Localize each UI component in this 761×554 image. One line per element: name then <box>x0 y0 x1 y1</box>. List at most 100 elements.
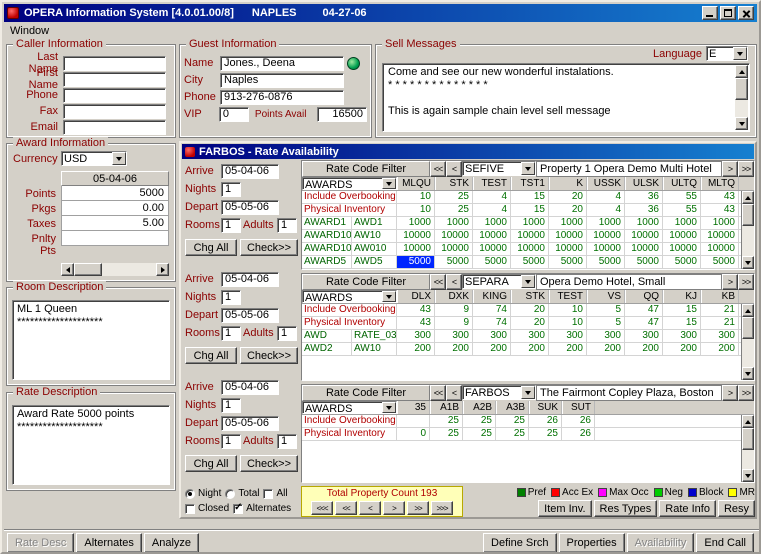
sell-messages-scrollbar[interactable] <box>735 65 748 130</box>
pkgs-value[interactable]: 0.00 <box>61 201 169 216</box>
availability-cell[interactable]: 20 <box>511 304 549 316</box>
guest-phone-field[interactable] <box>220 90 344 105</box>
points-value[interactable]: 5000 <box>61 186 169 201</box>
nav-last-button[interactable]: >>> <box>431 501 453 515</box>
availability-cell[interactable]: 200 <box>701 343 739 355</box>
scroll-up-button[interactable] <box>742 415 754 428</box>
check-button[interactable]: Check>> <box>240 347 298 364</box>
chevron-down-icon[interactable] <box>521 275 535 288</box>
availability-cell[interactable]: 0 <box>397 428 430 440</box>
availability-cell[interactable]: 200 <box>473 343 511 355</box>
availability-cell[interactable]: 5 <box>587 317 625 329</box>
nights-input[interactable] <box>221 290 241 305</box>
availability-cell[interactable] <box>397 415 430 427</box>
chevron-down-icon[interactable] <box>382 402 396 413</box>
availability-cell[interactable]: 43 <box>701 191 739 203</box>
availability-cell[interactable]: 9 <box>435 304 473 316</box>
availability-cell[interactable]: 10000 <box>549 230 587 242</box>
availability-cell[interactable]: 15 <box>511 204 549 216</box>
availability-cell[interactable]: 36 <box>625 191 663 203</box>
check-button[interactable]: Check>> <box>240 239 298 256</box>
availability-cell[interactable]: 1000 <box>663 217 701 229</box>
define-srch-button[interactable]: Define Srch <box>483 533 556 553</box>
chevron-down-icon[interactable] <box>382 291 396 302</box>
availability-cell[interactable]: 300 <box>549 330 587 342</box>
availability-cell[interactable]: 300 <box>625 330 663 342</box>
property-select[interactable]: FARBOS <box>462 385 536 400</box>
availability-cell[interactable]: 10000 <box>397 230 435 242</box>
nav-first-button[interactable]: <<< <box>311 501 333 515</box>
availability-cell[interactable]: 200 <box>663 343 701 355</box>
grid-vertical-scrollbar[interactable] <box>741 304 754 380</box>
depart-date-input[interactable] <box>221 200 279 215</box>
rate-desc-button[interactable]: Rate Desc <box>7 533 74 553</box>
minimize-button[interactable] <box>702 6 718 20</box>
availability-cell[interactable]: 43 <box>397 317 435 329</box>
availability-cell[interactable]: 36 <box>625 204 663 216</box>
availability-cell[interactable]: 10 <box>549 317 587 329</box>
night-radio[interactable] <box>185 489 195 499</box>
availability-cell[interactable]: 25 <box>529 428 562 440</box>
last-name-input[interactable] <box>63 56 166 71</box>
availability-cell[interactable]: 200 <box>435 343 473 355</box>
grid-scroll-left-button[interactable]: < <box>446 274 462 290</box>
availability-cell[interactable]: 5 <box>587 304 625 316</box>
scrollbar-thumb[interactable] <box>742 204 754 226</box>
availability-cell[interactable]: 25 <box>496 415 529 427</box>
nav-fast-next-button[interactable]: >> <box>407 501 429 515</box>
grid-scroll-left-fast-button[interactable]: << <box>430 385 446 401</box>
chevron-down-icon[interactable] <box>112 152 126 165</box>
property-select[interactable]: SEPARA <box>462 274 536 289</box>
scroll-down-button[interactable] <box>742 367 754 380</box>
chevron-down-icon[interactable] <box>521 162 535 175</box>
availability-cell[interactable]: 10000 <box>435 243 473 255</box>
availability-cell[interactable]: 10 <box>549 304 587 316</box>
availability-cell[interactable]: 25 <box>435 191 473 203</box>
availability-cell[interactable]: 15 <box>511 191 549 203</box>
scrollbar-thumb[interactable] <box>74 263 102 276</box>
chg-all-button[interactable]: Chg All <box>185 455 237 472</box>
availability-cell[interactable]: 10000 <box>435 230 473 242</box>
availability-cell[interactable]: 21 <box>701 304 739 316</box>
phone-input[interactable] <box>63 88 166 103</box>
availability-cell[interactable]: 5000 <box>397 256 435 268</box>
availability-cell[interactable]: 300 <box>587 330 625 342</box>
availability-cell[interactable]: 21 <box>701 317 739 329</box>
availability-cell[interactable]: 200 <box>397 343 435 355</box>
availability-cell[interactable]: 1000 <box>701 217 739 229</box>
grid-scroll-left-fast-button[interactable]: << <box>430 274 446 290</box>
grid-scroll-right-fast-button[interactable]: >> <box>738 385 754 401</box>
item-inv-button[interactable]: Item Inv. <box>538 500 591 517</box>
availability-cell[interactable]: 25 <box>463 415 496 427</box>
grid-scroll-left-fast-button[interactable]: << <box>430 161 446 177</box>
first-name-input[interactable] <box>63 72 166 87</box>
scroll-up-button[interactable] <box>742 191 754 204</box>
grid-scroll-left-button[interactable]: < <box>446 161 462 177</box>
depart-date-input[interactable] <box>221 308 279 323</box>
chevron-down-icon[interactable] <box>733 47 747 60</box>
adults-input[interactable] <box>277 326 297 341</box>
availability-cell[interactable]: 10000 <box>511 243 549 255</box>
availability-cell[interactable]: 47 <box>625 317 663 329</box>
availability-cell[interactable]: 26 <box>562 415 595 427</box>
availability-cell[interactable]: 25 <box>430 428 463 440</box>
resy-button[interactable]: Resy <box>718 500 755 517</box>
scroll-left-button[interactable] <box>61 263 74 276</box>
availability-cell[interactable]: 5000 <box>625 256 663 268</box>
guest-name-field[interactable] <box>220 56 344 71</box>
rate-info-button[interactable]: Rate Info <box>659 500 716 517</box>
adults-input[interactable] <box>277 434 297 449</box>
menu-window[interactable]: Window <box>10 25 49 37</box>
availability-cell[interactable]: 25 <box>435 204 473 216</box>
grid-scroll-right-button[interactable]: > <box>722 161 738 177</box>
rooms-input[interactable] <box>221 218 241 233</box>
availability-cell[interactable]: 1000 <box>625 217 663 229</box>
availability-cell[interactable]: 10000 <box>511 230 549 242</box>
availability-cell[interactable]: 1000 <box>397 217 435 229</box>
arrive-date-input[interactable] <box>221 164 279 179</box>
availability-cell[interactable]: 15 <box>663 304 701 316</box>
availability-cell[interactable]: 43 <box>701 204 739 216</box>
email-input[interactable] <box>63 120 166 135</box>
availability-cell[interactable]: 25 <box>430 415 463 427</box>
depart-date-input[interactable] <box>221 416 279 431</box>
